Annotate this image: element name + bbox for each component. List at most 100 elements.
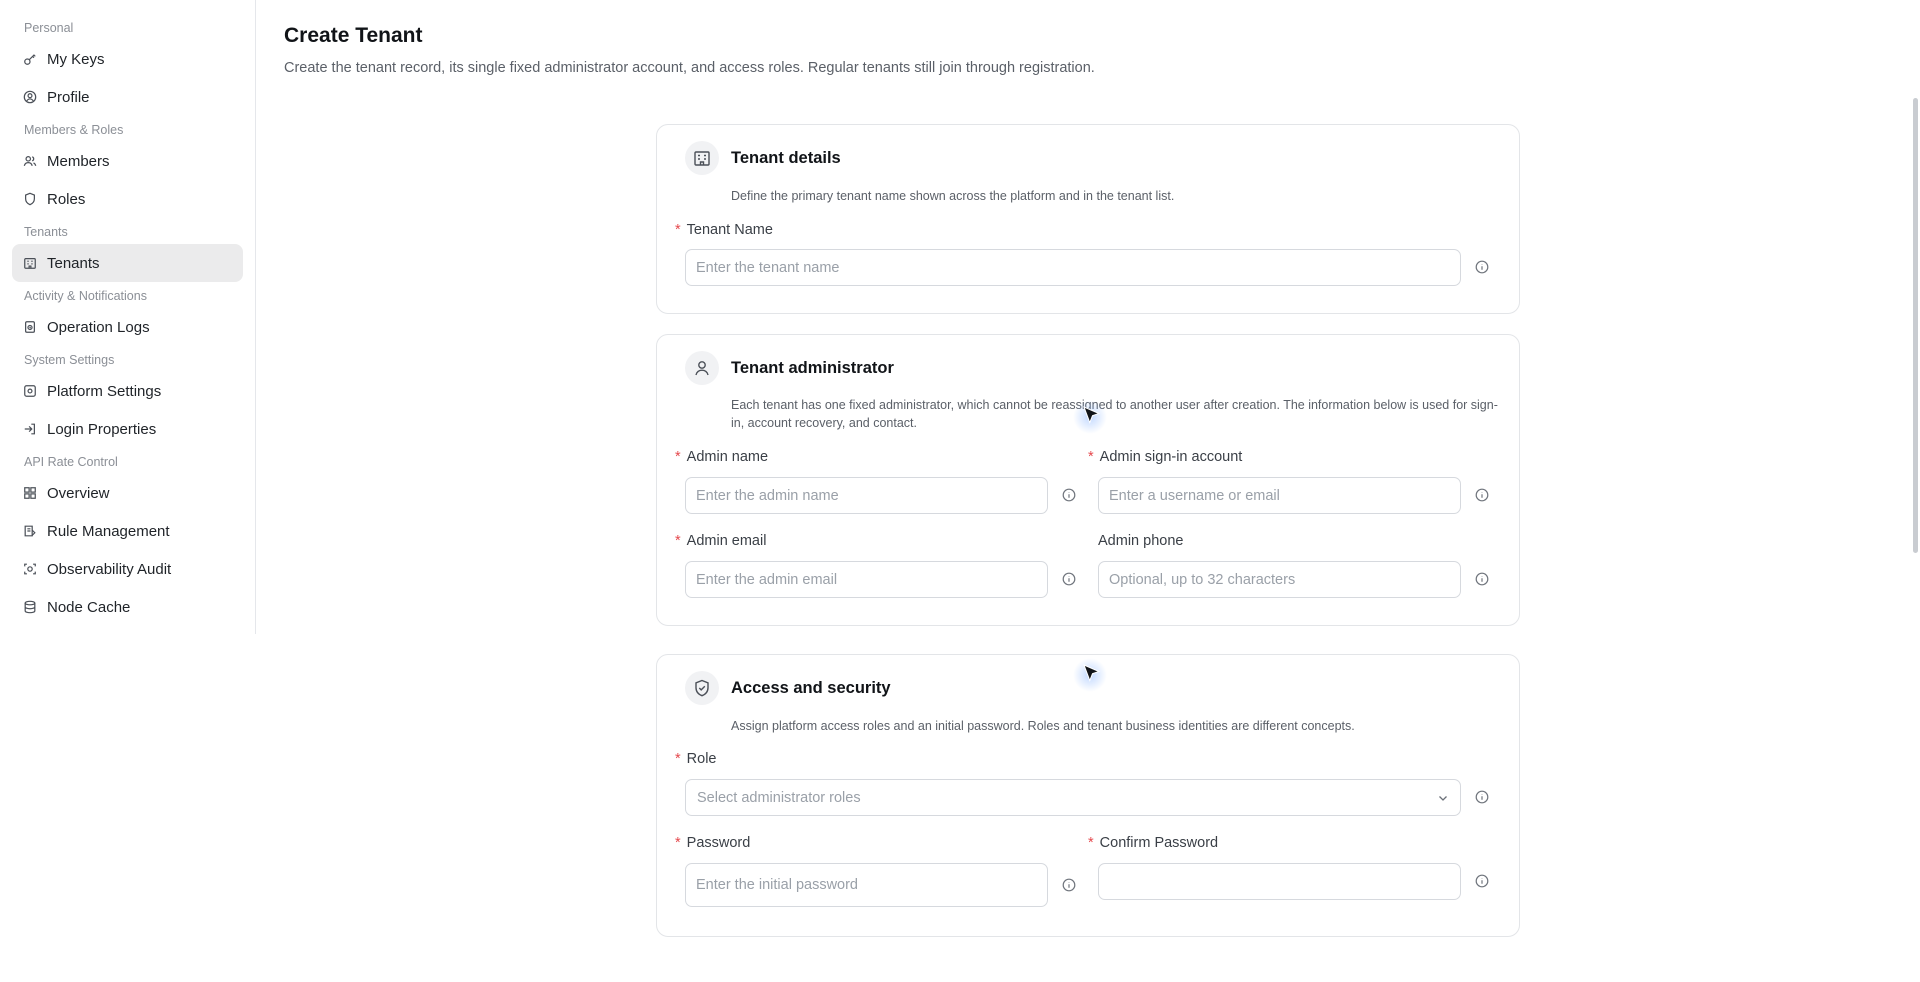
page-header: Create Tenant Create the tenant record, … [284, 24, 1095, 76]
confirm-password-label: * Confirm Password [1088, 835, 1218, 851]
admin-email-input[interactable] [685, 561, 1048, 598]
info-icon[interactable] [1062, 488, 1076, 502]
info-icon[interactable] [1062, 878, 1076, 892]
required-mark: * [675, 533, 681, 549]
info-icon[interactable] [1475, 260, 1489, 274]
sidebar-item-rule-management[interactable]: Rule Management [12, 512, 243, 550]
tenant-administrator-card: Tenant administrator Each tenant has one… [656, 334, 1520, 626]
sidebar-item-label: My Keys [47, 50, 105, 68]
sidebar-item-label: Login Properties [47, 420, 157, 438]
sidebar-item-label: Members [47, 152, 110, 170]
sidebar-item-label: Platform Settings [47, 382, 162, 400]
field-label-text: Admin sign-in account [1099, 449, 1243, 465]
building-icon [23, 256, 37, 270]
card-title: Tenant details [731, 148, 841, 167]
required-mark: * [675, 449, 681, 465]
card-title: Tenant administrator [731, 358, 894, 377]
sidebar-group-personal: Personal [24, 21, 74, 35]
sidebar-item-label: Overview [47, 484, 110, 502]
audit-icon [23, 562, 37, 576]
field-label-text: Admin email [686, 533, 767, 549]
shield-icon [23, 192, 37, 206]
page-title: Create Tenant [284, 24, 423, 47]
confirm-password-input[interactable] [1098, 863, 1461, 900]
role-label: * Role [675, 751, 716, 767]
sidebar-group-system-settings: System Settings [24, 353, 115, 367]
admin-name-input[interactable] [685, 477, 1048, 514]
sidebar-item-tenants[interactable]: Tenants [12, 244, 243, 282]
required-mark: * [675, 751, 681, 767]
field-label-text: Admin phone [1098, 533, 1184, 549]
mouse-pointer-icon [1083, 406, 1101, 424]
sidebar-item-observability-audit[interactable]: Observability Audit [12, 550, 243, 588]
sidebar-item-operation-logs[interactable]: Operation Logs [12, 308, 243, 346]
card-description: Assign platform access roles and an init… [731, 719, 1355, 733]
sidebar-group-activity: Activity & Notifications [24, 289, 147, 303]
sidebar-item-label: Observability Audit [47, 560, 172, 578]
sidebar: Personal My Keys Profile Members & Roles… [0, 0, 256, 634]
page-subtitle: Create the tenant record, its single fix… [284, 60, 1095, 76]
card-description: Each tenant has one fixed administrator,… [731, 398, 1498, 430]
sidebar-item-overview[interactable]: Overview [12, 474, 243, 512]
building-icon [685, 141, 719, 175]
sidebar-item-my-keys[interactable]: My Keys [12, 40, 243, 78]
sidebar-group-tenants: Tenants [24, 225, 68, 239]
card-title: Access and security [731, 678, 891, 697]
mouse-pointer-icon [1083, 664, 1101, 682]
admin-name-label: * Admin name [675, 449, 768, 465]
sidebar-item-profile[interactable]: Profile [12, 78, 243, 116]
field-label-text: Confirm Password [1099, 835, 1219, 851]
scrollbar-thumb[interactable] [1913, 98, 1918, 553]
admin-email-label: * Admin email [675, 533, 766, 549]
sidebar-item-members[interactable]: Members [12, 142, 243, 180]
rules-icon [23, 524, 37, 538]
role-select[interactable]: Select administrator roles [685, 779, 1461, 816]
password-label: * Password [675, 835, 750, 851]
card-header: Tenant administrator [685, 351, 894, 385]
sidebar-item-label: Operation Logs [47, 318, 150, 336]
sidebar-item-node-cache[interactable]: Node Cache [12, 588, 243, 626]
page-scrollbar[interactable] [1910, 0, 1920, 982]
role-select-placeholder: Select administrator roles [697, 789, 861, 806]
required-mark: * [1088, 449, 1094, 465]
sidebar-item-label: Tenants [47, 254, 100, 272]
admin-account-input[interactable] [1098, 477, 1461, 514]
sidebar-item-roles[interactable]: Roles [12, 180, 243, 218]
card-header: Access and security [685, 671, 891, 705]
info-icon[interactable] [1475, 488, 1489, 502]
login-icon [23, 422, 37, 436]
tenant-name-label: * Tenant Name [675, 222, 773, 238]
sidebar-item-login-properties[interactable]: Login Properties [12, 410, 243, 448]
required-mark: * [675, 222, 681, 238]
info-icon[interactable] [1475, 790, 1489, 804]
users-icon [23, 154, 37, 168]
sidebar-item-label: Rule Management [47, 522, 170, 540]
shield-check-icon [685, 671, 719, 705]
log-icon [23, 320, 37, 334]
sidebar-item-label: Node Cache [47, 598, 131, 616]
tenant-details-card: Tenant details Define the primary tenant… [656, 124, 1520, 314]
field-label-text: Admin name [686, 449, 769, 465]
sidebar-group-members-roles: Members & Roles [24, 123, 124, 137]
card-description: Define the primary tenant name shown acr… [731, 189, 1175, 203]
tenant-name-input[interactable] [685, 249, 1461, 286]
info-icon[interactable] [1475, 572, 1489, 586]
chevron-down-icon [1439, 795, 1447, 801]
field-label-text: Tenant Name [686, 222, 773, 238]
field-label-text: Password [686, 835, 751, 851]
info-icon[interactable] [1475, 874, 1489, 888]
key-icon [23, 52, 37, 66]
settings-icon [23, 384, 37, 398]
user-circle-icon [23, 90, 37, 104]
user-icon [685, 351, 719, 385]
admin-account-label: * Admin sign-in account [1088, 449, 1242, 465]
sidebar-item-label: Roles [47, 190, 86, 208]
info-icon[interactable] [1062, 572, 1076, 586]
required-mark: * [675, 835, 681, 851]
sidebar-group-api-rate-control: API Rate Control [24, 455, 118, 469]
admin-phone-input[interactable] [1098, 561, 1461, 598]
database-icon [23, 600, 37, 614]
password-input[interactable] [685, 863, 1048, 907]
sidebar-item-platform-settings[interactable]: Platform Settings [12, 372, 243, 410]
grid-icon [23, 486, 37, 500]
